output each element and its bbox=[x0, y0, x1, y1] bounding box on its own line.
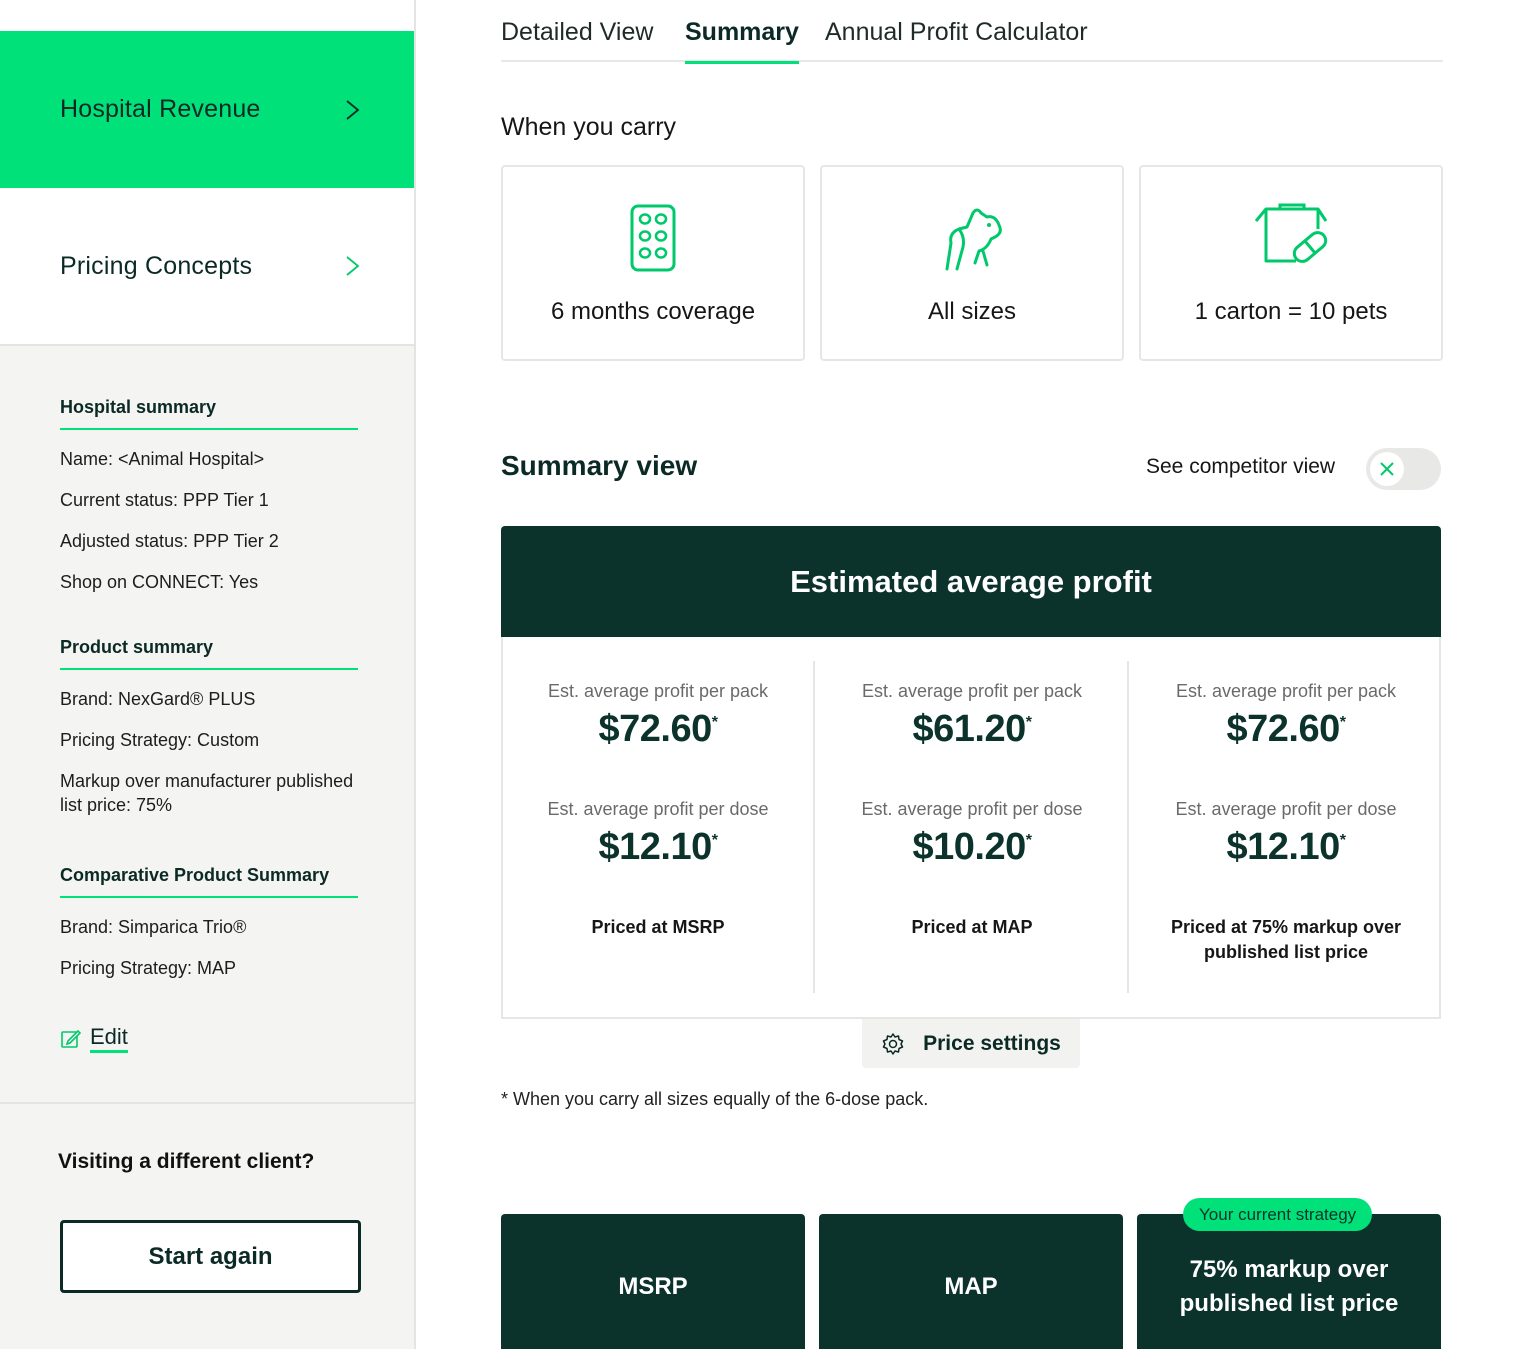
dose-value: $12.10* bbox=[598, 826, 718, 868]
profit-column-msrp: Est. average profit per pack $72.60* Est… bbox=[503, 661, 815, 993]
hospital-name: Name: <Animal Hospital> bbox=[60, 449, 265, 469]
chevron-right-icon bbox=[346, 99, 360, 120]
summary-view-title: Summary view bbox=[501, 450, 698, 481]
dose-label: Est. average profit per dose bbox=[1175, 799, 1397, 819]
strategy-card-map[interactable]: MAP bbox=[819, 1214, 1123, 1349]
sidebar-top-spacer bbox=[0, 0, 414, 31]
pricing-basis: Priced at MAP bbox=[911, 917, 1033, 937]
strategy-label: MAP bbox=[944, 1272, 998, 1300]
current-strategy-badge: Your current strategy bbox=[1183, 1198, 1373, 1231]
tab-annual-profit-calculator[interactable]: Annual Profit Calculator bbox=[825, 18, 1088, 61]
comparative-pricing-strategy: Pricing Strategy: MAP bbox=[60, 958, 237, 978]
start-again-button[interactable]: Start again bbox=[60, 1220, 361, 1293]
carton-icon bbox=[1254, 203, 1328, 263]
toggle-knob bbox=[1370, 452, 1404, 486]
chevron-right-icon bbox=[346, 256, 360, 276]
product-markup: Markup over manufacturer published list … bbox=[60, 771, 354, 815]
feature-card-carton: 1 carton = 10 pets bbox=[1139, 165, 1443, 361]
sidebar-item-hospital-revenue[interactable]: Hospital Revenue bbox=[0, 31, 414, 188]
profit-table: Est. average profit per pack $72.60* Est… bbox=[501, 637, 1441, 1019]
competitor-view-label: See competitor view bbox=[1146, 455, 1336, 478]
sidebar-item-pricing-concepts[interactable]: Pricing Concepts bbox=[0, 188, 414, 346]
pack-value: $72.60* bbox=[1226, 708, 1346, 750]
strategy-card-markup[interactable]: 75% markup over published list price bbox=[1137, 1214, 1441, 1349]
profit-column-markup: Est. average profit per pack $72.60* Est… bbox=[1130, 661, 1442, 993]
pricing-basis: Priced at 75% markup over published list… bbox=[1170, 917, 1402, 962]
dose-label: Est. average profit per dose bbox=[861, 799, 1083, 819]
product-pricing-strategy: Pricing Strategy: Custom bbox=[60, 730, 260, 750]
hospital-summary: Hospital summary Name: <Animal Hospital>… bbox=[60, 397, 358, 594]
sidebar-item-label: Hospital Revenue bbox=[60, 95, 261, 123]
profit-column-map: Est. average profit per pack $61.20* Est… bbox=[817, 661, 1129, 993]
tab-summary[interactable]: Summary bbox=[685, 18, 799, 64]
dose-value: $12.10* bbox=[1226, 826, 1346, 868]
pack-label: Est. average profit per pack bbox=[547, 681, 769, 701]
tab-detailed-view[interactable]: Detailed View bbox=[501, 18, 653, 61]
shop-on-connect: Shop on CONNECT: Yes bbox=[60, 572, 259, 592]
price-settings-button[interactable]: Price settings bbox=[862, 1019, 1080, 1068]
pack-value: $72.60* bbox=[598, 708, 718, 750]
pricing-basis: Priced at MSRP bbox=[591, 917, 725, 937]
close-icon bbox=[1380, 462, 1394, 476]
dose-value: $10.20* bbox=[912, 826, 1032, 868]
feature-label: 1 carton = 10 pets bbox=[1194, 298, 1388, 325]
carry-title: When you carry bbox=[501, 113, 677, 141]
edit-label: Edit bbox=[90, 1024, 128, 1053]
footnote: * When you carry all sizes equally of th… bbox=[501, 1089, 929, 1109]
price-settings-label: Price settings bbox=[923, 1031, 1061, 1055]
dose-label: Est. average profit per dose bbox=[547, 799, 769, 819]
gear-icon bbox=[882, 1032, 904, 1055]
current-status: Current status: PPP Tier 1 bbox=[60, 490, 269, 510]
pack-value: $61.20* bbox=[912, 708, 1032, 750]
view-tabs: Detailed View Summary Annual Profit Calc… bbox=[501, 0, 1443, 64]
edit-icon bbox=[61, 1029, 82, 1048]
strategy-label: MSRP bbox=[618, 1272, 688, 1300]
profit-header: Estimated average profit bbox=[501, 526, 1441, 637]
feature-label: All sizes bbox=[927, 298, 1017, 325]
edit-link[interactable]: Edit bbox=[60, 1024, 128, 1053]
strategy-card-msrp[interactable]: MSRP bbox=[501, 1214, 805, 1349]
visiting-client-title: Visiting a different client? bbox=[58, 1150, 315, 1173]
pack-label: Est. average profit per pack bbox=[861, 681, 1083, 701]
sidebar-divider bbox=[0, 1102, 414, 1104]
comparative-product-summary: Comparative Product Summary Brand: Simpa… bbox=[60, 865, 358, 980]
product-summary: Product summary Brand: NexGard® PLUS Pri… bbox=[60, 637, 358, 817]
pack-label: Est. average profit per pack bbox=[1175, 681, 1397, 701]
product-brand: Brand: NexGard® PLUS bbox=[60, 689, 256, 709]
pill-pack-icon bbox=[630, 204, 676, 272]
feature-card-sizes: All sizes bbox=[820, 165, 1124, 361]
sidebar: Hospital Revenue Pricing Concepts Hospit… bbox=[0, 0, 416, 1349]
feature-label: 6 months coverage bbox=[550, 298, 756, 325]
comparative-summary-title: Comparative Product Summary bbox=[60, 865, 358, 898]
comparative-brand: Brand: Simparica Trio® bbox=[60, 917, 247, 937]
feature-card-coverage: 6 months coverage bbox=[501, 165, 805, 361]
product-summary-title: Product summary bbox=[60, 637, 358, 670]
competitor-view-toggle[interactable] bbox=[1366, 448, 1441, 490]
sidebar-item-label: Pricing Concepts bbox=[60, 251, 253, 280]
hospital-summary-title: Hospital summary bbox=[60, 397, 358, 430]
strategy-label: 75% markup over published list price bbox=[1179, 1255, 1399, 1317]
adjusted-status: Adjusted status: PPP Tier 2 bbox=[60, 531, 279, 551]
dog-icon bbox=[945, 208, 1002, 271]
